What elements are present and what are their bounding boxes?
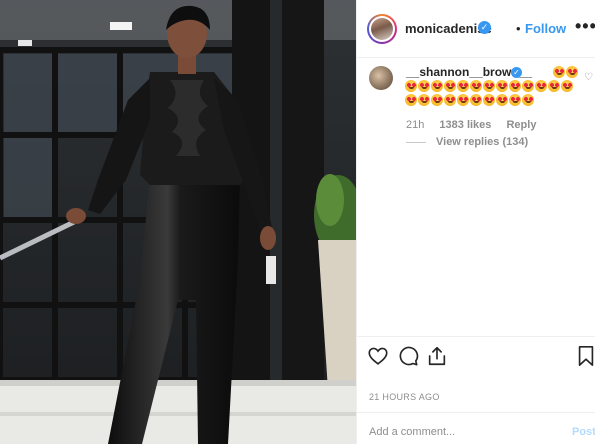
heart-eyes-emoji: [457, 80, 469, 92]
avatar[interactable]: [367, 14, 397, 44]
heart-eyes-emoji: [483, 94, 495, 106]
post-photo[interactable]: [0, 0, 356, 444]
comment-icon[interactable]: [397, 345, 419, 367]
post-side-panel: monicadenise ✓ • Follow ••• __shannon__b…: [356, 0, 595, 444]
heart-eyes-emoji: [496, 80, 508, 92]
more-options-icon[interactable]: •••: [575, 16, 595, 37]
heart-eyes-emoji: [496, 94, 508, 106]
heart-eyes-emoji: [418, 94, 430, 106]
view-replies-label: View replies (134): [436, 136, 529, 148]
replies-divider: [406, 141, 426, 143]
heart-eyes-emoji: [566, 66, 579, 78]
share-icon[interactable]: [426, 345, 448, 367]
heart-eyes-emoji: [483, 80, 495, 92]
heart-eyes-emoji: [418, 80, 430, 92]
heart-eyes-emoji: [470, 94, 482, 106]
heart-eyes-emoji: [553, 66, 566, 78]
post-header: monicadenise ✓ • Follow •••: [357, 0, 595, 58]
heart-eyes-emoji: [522, 80, 534, 92]
heart-eyes-emoji: [561, 80, 573, 92]
heart-eyes-emoji: [444, 80, 456, 92]
verified-badge-icon: ✓: [478, 21, 491, 34]
post-timestamp[interactable]: 21 HOURS AGO: [369, 392, 440, 402]
heart-eyes-emoji: [431, 80, 443, 92]
view-replies-button[interactable]: View replies (134): [406, 136, 528, 148]
follow-button[interactable]: Follow: [525, 21, 566, 36]
post-comment-button[interactable]: Post: [572, 426, 595, 438]
separator-dot: •: [516, 21, 521, 36]
verified-badge-icon: ✓: [511, 67, 522, 78]
heart-eyes-emoji: [457, 94, 469, 106]
bookmark-icon[interactable]: [577, 345, 595, 367]
comment-likes[interactable]: 1383 likes: [439, 119, 491, 131]
heart-eyes-emoji: [522, 94, 534, 106]
instagram-post-window: monicadenise ✓ • Follow ••• __shannon__b…: [0, 0, 595, 444]
heart-eyes-emoji: [405, 80, 417, 92]
like-comment-heart-icon[interactable]: ♡: [584, 72, 593, 83]
comment-meta: 21h 1383 likes Reply: [406, 119, 548, 131]
action-bar: [357, 336, 595, 373]
heart-eyes-emoji: [470, 80, 482, 92]
heart-icon[interactable]: [367, 345, 389, 367]
heart-eyes-emoji: [548, 80, 560, 92]
heart-eyes-emoji: [509, 80, 521, 92]
heart-eyes-emoji: [431, 94, 443, 106]
comment-time[interactable]: 21h: [406, 119, 424, 131]
post-photo-illustration: [0, 0, 356, 444]
reply-button[interactable]: Reply: [506, 119, 536, 131]
comment-input[interactable]: Add a comment...: [369, 426, 455, 438]
heart-eyes-emoji: [444, 94, 456, 106]
heart-eyes-emoji: [535, 80, 547, 92]
heart-eyes-emoji: [405, 94, 417, 106]
commenter-avatar[interactable]: [369, 66, 393, 90]
add-comment-bar: Add a comment... Post: [357, 412, 595, 445]
heart-eyes-emoji: [509, 94, 521, 106]
comment-text: __shannon__brown__: [405, 65, 581, 107]
